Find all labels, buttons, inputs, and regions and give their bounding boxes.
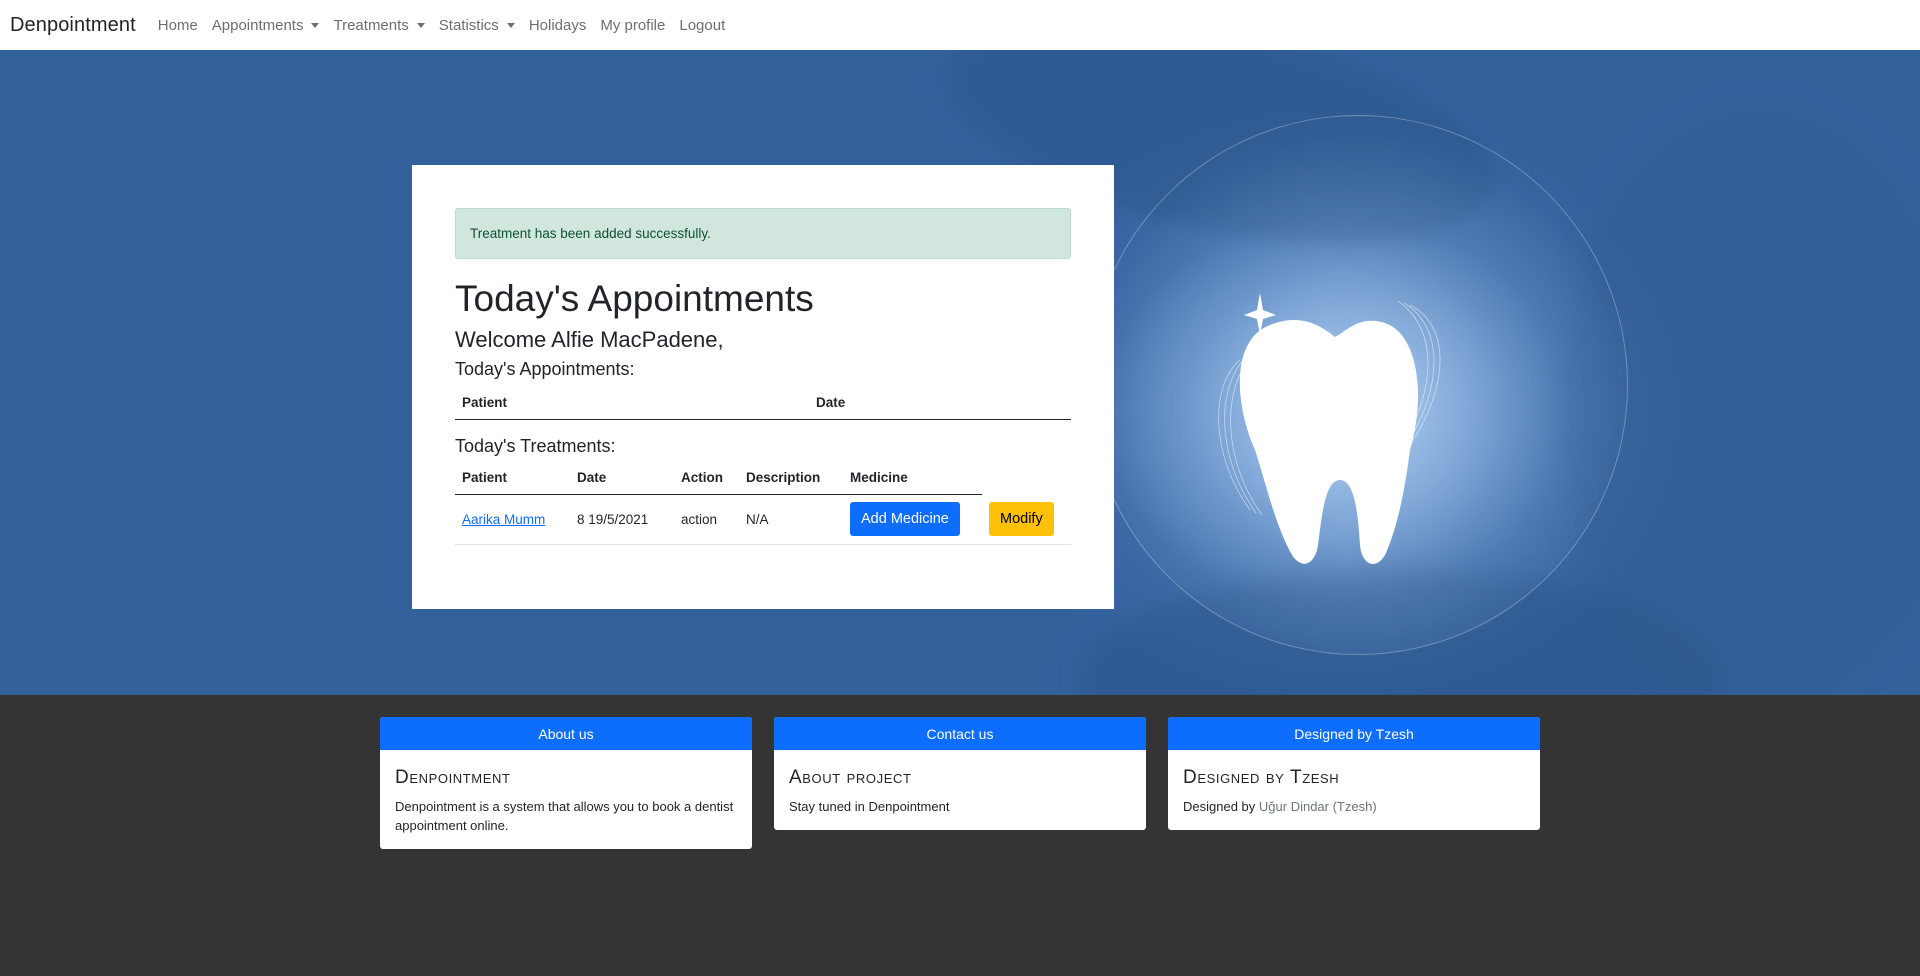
- column-header-patient: Patient: [462, 469, 508, 485]
- footer-card-title: About project: [789, 767, 912, 788]
- column-header-description: Description: [746, 469, 821, 485]
- nav-item-logout[interactable]: Logout: [679, 17, 725, 34]
- navbar-brand[interactable]: Denpointment: [10, 14, 136, 37]
- appointments-heading: Today's Appointments:: [455, 358, 635, 379]
- footer-card-text: Stay tuned in Denpointment: [789, 799, 950, 814]
- nav-item-holidays[interactable]: Holidays: [529, 17, 587, 34]
- column-header-date: Date: [816, 394, 846, 410]
- footer-card-contact-us: Contact us About project Stay tuned in D…: [774, 717, 1146, 830]
- footer-card-text: Designed by Uğur Dindar (Tzesh): [1183, 797, 1525, 816]
- nav-item-statistics[interactable]: Statistics: [439, 17, 515, 34]
- appointments-card: Treatment has been added successfully. T…: [412, 165, 1114, 609]
- patient-link[interactable]: Aarika Mumm: [462, 512, 577, 527]
- footer-card-designed-by: Designed by Tzesh Designed by Tzesh Desi…: [1168, 717, 1540, 830]
- footer-card-body: Designed by Tzesh Designed by Uğur Dinda…: [1168, 750, 1540, 830]
- nav-item-treatments[interactable]: Treatments: [333, 17, 425, 34]
- column-header-medicine: Medicine: [850, 469, 908, 485]
- treatments-table-header: Patient Date Action Description Medicine: [455, 461, 982, 495]
- caret-down-icon: [506, 23, 515, 28]
- column-header-action: Action: [681, 469, 723, 485]
- footer-card-title: Designed by Tzesh: [1183, 767, 1340, 788]
- page-title: Today's Appointments: [455, 278, 814, 319]
- nav-item-my-profile[interactable]: My profile: [600, 17, 665, 34]
- footer-card-about-us: About us Denpointment Denpointment is a …: [380, 717, 752, 849]
- treatment-description: N/A: [746, 511, 769, 527]
- add-medicine-button[interactable]: Add Medicine: [850, 502, 960, 537]
- treatment-action: action: [681, 511, 718, 527]
- treatments-heading: Today's Treatments:: [455, 435, 616, 456]
- column-header-date: Date: [577, 469, 607, 485]
- medicine-cell: Add Medicine: [850, 502, 989, 537]
- footer-card-header: Designed by Tzesh: [1168, 717, 1540, 750]
- modify-button[interactable]: Modify: [989, 502, 1054, 537]
- treatment-date: 8 19/5/2021: [577, 511, 649, 527]
- footer-card-header: Contact us: [774, 717, 1146, 750]
- footer-card-text: Denpointment is a system that allows you…: [395, 799, 734, 833]
- footer-card-body: About project Stay tuned in Denpointment: [774, 750, 1146, 830]
- footer-card-body: Denpointment Denpointment is a system th…: [380, 750, 752, 849]
- caret-down-icon: [311, 23, 320, 28]
- column-header-patient: Patient: [462, 394, 508, 410]
- welcome-message: Welcome Alfie MacPadene,: [455, 326, 724, 352]
- footer-card-title: Denpointment: [395, 767, 511, 788]
- author-link[interactable]: Uğur Dindar (Tzesh): [1259, 799, 1377, 814]
- nav-item-home[interactable]: Home: [158, 17, 198, 34]
- appointments-table-header: Patient Date: [455, 386, 1071, 420]
- navbar: Denpointment Home Appointments Treatment…: [0, 0, 1920, 50]
- tooth-icon: [1218, 293, 1441, 564]
- table-row: Aarika Mumm 8 19/5/2021 action N/A Add M…: [455, 495, 1071, 545]
- nav-item-appointments[interactable]: Appointments: [212, 17, 320, 34]
- caret-down-icon: [416, 23, 425, 28]
- designed-by-prefix: Designed by: [1183, 799, 1256, 814]
- footer-card-header: About us: [380, 717, 752, 750]
- success-alert: Treatment has been added successfully.: [455, 208, 1071, 259]
